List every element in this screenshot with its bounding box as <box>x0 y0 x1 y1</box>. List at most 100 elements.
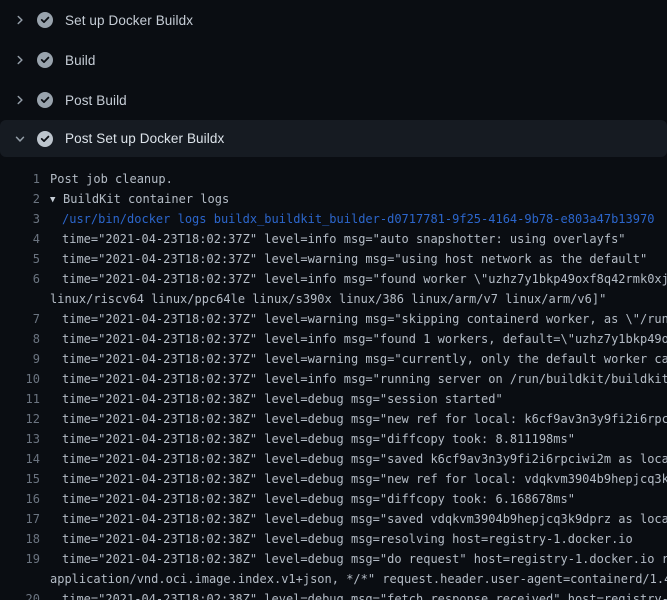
log-text: time="2021-04-23T18:02:37Z" level=info m… <box>62 272 667 286</box>
log-line-number[interactable]: 2 <box>0 189 40 209</box>
check-circle-icon <box>37 92 53 108</box>
log-line-number[interactable]: 13 <box>0 429 40 449</box>
log-line-number[interactable]: 18 <box>0 529 40 549</box>
check-circle-icon <box>37 131 53 147</box>
log-line-number[interactable]: 16 <box>0 489 40 509</box>
chevron-right-icon <box>12 12 28 28</box>
log-text: Post job cleanup. <box>50 172 173 186</box>
log-line: 5 time="2021-04-23T18:02:37Z" level=warni… <box>0 249 667 269</box>
log-text: time="2021-04-23T18:02:37Z" level=info m… <box>62 372 667 386</box>
log-line-content: time="2021-04-23T18:02:38Z" level=debug … <box>62 389 503 409</box>
log-text: time="2021-04-23T18:02:37Z" level=warnin… <box>62 352 667 366</box>
chevron-down-icon <box>12 131 28 147</box>
log-line-number <box>0 289 40 309</box>
log-line-number <box>0 569 40 589</box>
log-line-content: time="2021-04-23T18:02:38Z" level=debug … <box>62 589 667 600</box>
log-text: application/vnd.oci.image.index.v1+json,… <box>50 572 667 586</box>
log-line: 20 time="2021-04-23T18:02:38Z" level=debu… <box>0 589 667 600</box>
check-circle-icon <box>37 12 53 28</box>
log-text: time="2021-04-23T18:02:38Z" level=debug … <box>62 532 633 546</box>
step-row-set-up-docker-buildx[interactable]: Set up Docker Buildx <box>0 0 667 40</box>
log-line-number[interactable]: 17 <box>0 509 40 529</box>
step-label: Post Build <box>65 93 127 108</box>
log-line-content: time="2021-04-23T18:02:38Z" level=debug … <box>62 409 667 429</box>
log-line-content: time="2021-04-23T18:02:38Z" level=debug … <box>62 509 667 529</box>
log-line-number[interactable]: 10 <box>0 369 40 389</box>
log-line-content: time="2021-04-23T18:02:38Z" level=debug … <box>62 489 575 509</box>
log-line-number[interactable]: 4 <box>0 229 40 249</box>
log-line-number[interactable]: 14 <box>0 449 40 469</box>
log-area: 1 Post job cleanup. 2 ▼BuildKit container l… <box>0 157 667 600</box>
step-row-post-set-up-docker-buildx[interactable]: Post Set up Docker Buildx <box>0 120 667 157</box>
log-text: time="2021-04-23T18:02:38Z" level=debug … <box>62 472 667 486</box>
log-line-content: time="2021-04-23T18:02:37Z" level=info m… <box>62 269 667 289</box>
log-line-number[interactable]: 6 <box>0 269 40 289</box>
log-text: time="2021-04-23T18:02:37Z" level=warnin… <box>62 312 667 326</box>
log-line-content: /usr/bin/docker logs buildx_buildkit_bui… <box>62 209 654 229</box>
log-line-content: application/vnd.oci.image.index.v1+json,… <box>50 569 667 589</box>
log-line-number[interactable]: 8 <box>0 329 40 349</box>
log-line: 19 time="2021-04-23T18:02:38Z" level=debu… <box>0 549 667 569</box>
log-line-number[interactable]: 9 <box>0 349 40 369</box>
log-line: 12 time="2021-04-23T18:02:38Z" level=debu… <box>0 409 667 429</box>
log-line-number[interactable]: 11 <box>0 389 40 409</box>
log-line-number[interactable]: 20 <box>0 589 40 600</box>
log-line-content: time="2021-04-23T18:02:38Z" level=debug … <box>62 429 575 449</box>
log-text: time="2021-04-23T18:02:37Z" level=warnin… <box>62 252 647 266</box>
group-collapse-triangle-icon[interactable]: ▼ <box>50 190 63 210</box>
workflow-log-viewer: Set up Docker Buildx Build Post Build <box>0 0 667 600</box>
log-line: 13 time="2021-04-23T18:02:38Z" level=debu… <box>0 429 667 449</box>
log-line-number[interactable]: 12 <box>0 409 40 429</box>
log-line: linux/riscv64 linux/ppc64le linux/s390x … <box>0 289 667 309</box>
log-line-number[interactable]: 1 <box>0 169 40 189</box>
log-line-content: time="2021-04-23T18:02:38Z" level=debug … <box>62 449 667 469</box>
step-label: Post Set up Docker Buildx <box>65 131 224 146</box>
log-line-content: time="2021-04-23T18:02:38Z" level=debug … <box>62 529 633 549</box>
log-text: time="2021-04-23T18:02:38Z" level=debug … <box>62 412 667 426</box>
log-text: /usr/bin/docker logs buildx_buildkit_bui… <box>62 212 654 226</box>
log-line-number[interactable]: 5 <box>0 249 40 269</box>
log-line-content: time="2021-04-23T18:02:38Z" level=debug … <box>62 469 667 489</box>
log-line-content: time="2021-04-23T18:02:37Z" level=warnin… <box>62 249 647 269</box>
step-label: Build <box>65 53 96 68</box>
step-list: Set up Docker Buildx Build Post Build <box>0 0 667 157</box>
log-line: 2 ▼BuildKit container logs <box>0 189 667 209</box>
step-row-post-build[interactable]: Post Build <box>0 80 667 120</box>
log-line: 3/usr/bin/docker logs buildx_buildkit_bu… <box>0 209 667 229</box>
log-line: 8 time="2021-04-23T18:02:37Z" level=info … <box>0 329 667 349</box>
log-line: 1 Post job cleanup. <box>0 169 667 189</box>
log-line-content: ▼BuildKit container logs <box>50 189 229 209</box>
log-text: BuildKit container logs <box>63 192 229 206</box>
log-text: time="2021-04-23T18:02:38Z" level=debug … <box>62 432 575 446</box>
log-text: time="2021-04-23T18:02:37Z" level=info m… <box>62 232 626 246</box>
log-line: 18 time="2021-04-23T18:02:38Z" level=debu… <box>0 529 667 549</box>
log-text: time="2021-04-23T18:02:38Z" level=debug … <box>62 492 575 506</box>
log-line-content: time="2021-04-23T18:02:37Z" level=warnin… <box>62 349 667 369</box>
log-line-content: time="2021-04-23T18:02:37Z" level=info m… <box>62 369 667 389</box>
log-text: linux/riscv64 linux/ppc64le linux/s390x … <box>50 292 606 306</box>
log-line-content: time="2021-04-23T18:02:37Z" level=warnin… <box>62 309 667 329</box>
log-line-number[interactable]: 15 <box>0 469 40 489</box>
check-circle-icon <box>37 52 53 68</box>
log-line-content: linux/riscv64 linux/ppc64le linux/s390x … <box>50 289 606 309</box>
log-line-content: Post job cleanup. <box>50 169 173 189</box>
step-row-build[interactable]: Build <box>0 40 667 80</box>
log-line: 4 time="2021-04-23T18:02:37Z" level=info … <box>0 229 667 249</box>
log-text: time="2021-04-23T18:02:38Z" level=debug … <box>62 592 667 600</box>
log-line-number[interactable]: 7 <box>0 309 40 329</box>
log-line: 14 time="2021-04-23T18:02:38Z" level=debu… <box>0 449 667 469</box>
log-text: time="2021-04-23T18:02:37Z" level=info m… <box>62 332 667 346</box>
log-line: 15 time="2021-04-23T18:02:38Z" level=debu… <box>0 469 667 489</box>
log-line-number[interactable]: 3 <box>0 209 40 229</box>
log-text: time="2021-04-23T18:02:38Z" level=debug … <box>62 512 667 526</box>
log-line: 7 time="2021-04-23T18:02:37Z" level=warni… <box>0 309 667 329</box>
log-line: 9 time="2021-04-23T18:02:37Z" level=warni… <box>0 349 667 369</box>
log-line: 6 time="2021-04-23T18:02:37Z" level=info … <box>0 269 667 289</box>
log-line-number[interactable]: 19 <box>0 549 40 569</box>
step-label: Set up Docker Buildx <box>65 13 193 28</box>
log-line-content: time="2021-04-23T18:02:38Z" level=debug … <box>62 549 667 569</box>
log-text: time="2021-04-23T18:02:38Z" level=debug … <box>62 452 667 466</box>
log-line: 10 time="2021-04-23T18:02:37Z" level=info… <box>0 369 667 389</box>
chevron-right-icon <box>12 52 28 68</box>
log-text: time="2021-04-23T18:02:38Z" level=debug … <box>62 392 503 406</box>
